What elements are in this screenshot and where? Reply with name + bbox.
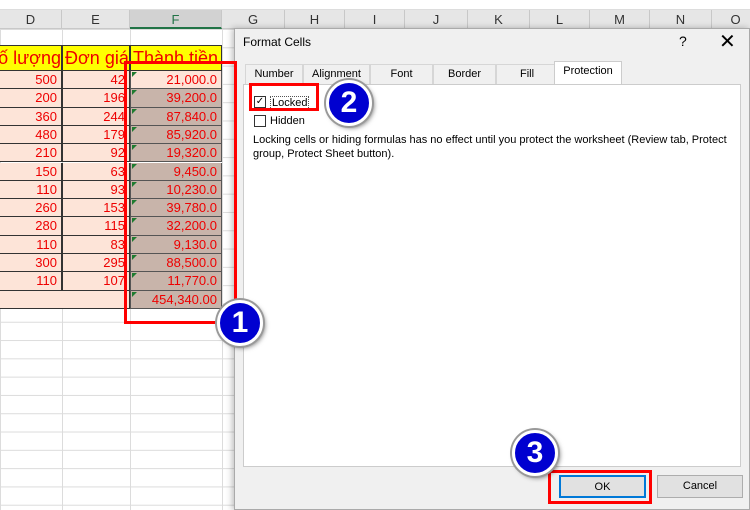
table-cell[interactable]: 360: [0, 107, 62, 126]
column-header-O[interactable]: O: [712, 10, 750, 29]
table-cell[interactable]: 107: [62, 272, 130, 291]
table-cell[interactable]: 210: [0, 144, 62, 163]
help-button[interactable]: ?: [679, 33, 687, 49]
protection-panel: ✓ Locked Hidden Locking cells or hiding …: [243, 84, 741, 467]
table-cell[interactable]: 32,200.0: [130, 217, 222, 236]
table-cell[interactable]: 480: [0, 125, 62, 145]
table-cell[interactable]: 92: [62, 144, 130, 163]
column-header-H[interactable]: H: [285, 10, 345, 29]
locked-checkbox[interactable]: ✓: [254, 96, 266, 108]
ok-button[interactable]: OK: [559, 475, 646, 498]
table-cell[interactable]: 300: [0, 254, 62, 273]
tab-number[interactable]: Number: [245, 64, 303, 84]
column-header-D[interactable]: D: [0, 10, 62, 29]
column-header-F[interactable]: F: [130, 10, 222, 29]
header-cell[interactable]: Đơn giá: [62, 45, 130, 71]
table-cell[interactable]: 39,780.0: [130, 199, 222, 218]
table-cell[interactable]: 19,320.0: [130, 144, 222, 163]
table-cell[interactable]: 10,230.0: [130, 180, 222, 200]
table-cell[interactable]: 9,130.0: [130, 235, 222, 254]
table-cell[interactable]: 93: [62, 180, 130, 200]
table-cell[interactable]: 39,200.0: [130, 89, 222, 108]
table-cell[interactable]: 280: [0, 217, 62, 236]
hidden-checkbox[interactable]: [254, 115, 266, 127]
column-header-E[interactable]: E: [62, 10, 130, 29]
protection-description: Locking cells or hiding formulas has no …: [253, 134, 727, 160]
table-cell[interactable]: 295: [62, 254, 130, 273]
column-header-N[interactable]: N: [650, 10, 712, 29]
tab-protection[interactable]: Protection: [554, 61, 622, 85]
tab-alignment[interactable]: Alignment: [303, 64, 370, 84]
column-header-J[interactable]: J: [405, 10, 468, 29]
table-cell[interactable]: 200: [0, 89, 62, 108]
table-cell[interactable]: 11,770.0: [130, 272, 222, 291]
table-cell[interactable]: 110: [0, 180, 62, 200]
total-cell[interactable]: 454,340.00: [130, 290, 222, 309]
table-cell[interactable]: 500: [0, 71, 62, 90]
step-badge-3: 3: [512, 430, 558, 476]
dialog-title: Format Cells: [243, 35, 312, 49]
column-header-G[interactable]: G: [222, 10, 285, 29]
header-cell[interactable]: ố lượng: [0, 45, 62, 71]
cancel-button[interactable]: Cancel: [657, 475, 743, 498]
table-cell[interactable]: 42: [62, 71, 130, 90]
table-cell[interactable]: 179: [62, 125, 130, 145]
table-cell[interactable]: 153: [62, 199, 130, 218]
table-cell[interactable]: 244: [62, 107, 130, 126]
format-cells-dialog: Format Cells ? ✕ Number Alignment Font Bord…: [234, 28, 750, 510]
tab-fill[interactable]: Fill: [496, 64, 558, 84]
close-button[interactable]: ✕: [719, 29, 736, 54]
tab-font[interactable]: Font: [370, 64, 433, 84]
step-badge-2: 2: [326, 80, 372, 126]
table-cell[interactable]: 85,920.0: [130, 125, 222, 145]
table-cell[interactable]: 110: [0, 235, 62, 254]
table-cell[interactable]: 115: [62, 217, 130, 236]
table-cell[interactable]: 196: [62, 89, 130, 108]
table-cell[interactable]: 83: [62, 235, 130, 254]
header-cell[interactable]: Thành tiền: [130, 45, 222, 71]
total-label-cell[interactable]: [0, 290, 130, 309]
table-cell[interactable]: 110: [0, 272, 62, 291]
column-header-K[interactable]: K: [468, 10, 530, 29]
table-cell[interactable]: 260: [0, 199, 62, 218]
step-badge-1: 1: [217, 300, 263, 346]
ribbon-edge: [0, 0, 750, 10]
column-header-I[interactable]: I: [345, 10, 405, 29]
hidden-label[interactable]: Hidden: [270, 115, 305, 127]
table-cell[interactable]: 87,840.0: [130, 107, 222, 126]
table-cell[interactable]: 9,450.0: [130, 162, 222, 181]
column-header-L[interactable]: L: [530, 10, 590, 29]
locked-label[interactable]: Locked: [270, 96, 310, 110]
table-cell[interactable]: 63: [62, 162, 130, 181]
column-header-M[interactable]: M: [590, 10, 650, 29]
table-cell[interactable]: 21,000.0: [130, 71, 222, 90]
table-cell[interactable]: 88,500.0: [130, 254, 222, 273]
tab-border[interactable]: Border: [433, 64, 496, 84]
table-cell[interactable]: 150: [0, 162, 62, 181]
